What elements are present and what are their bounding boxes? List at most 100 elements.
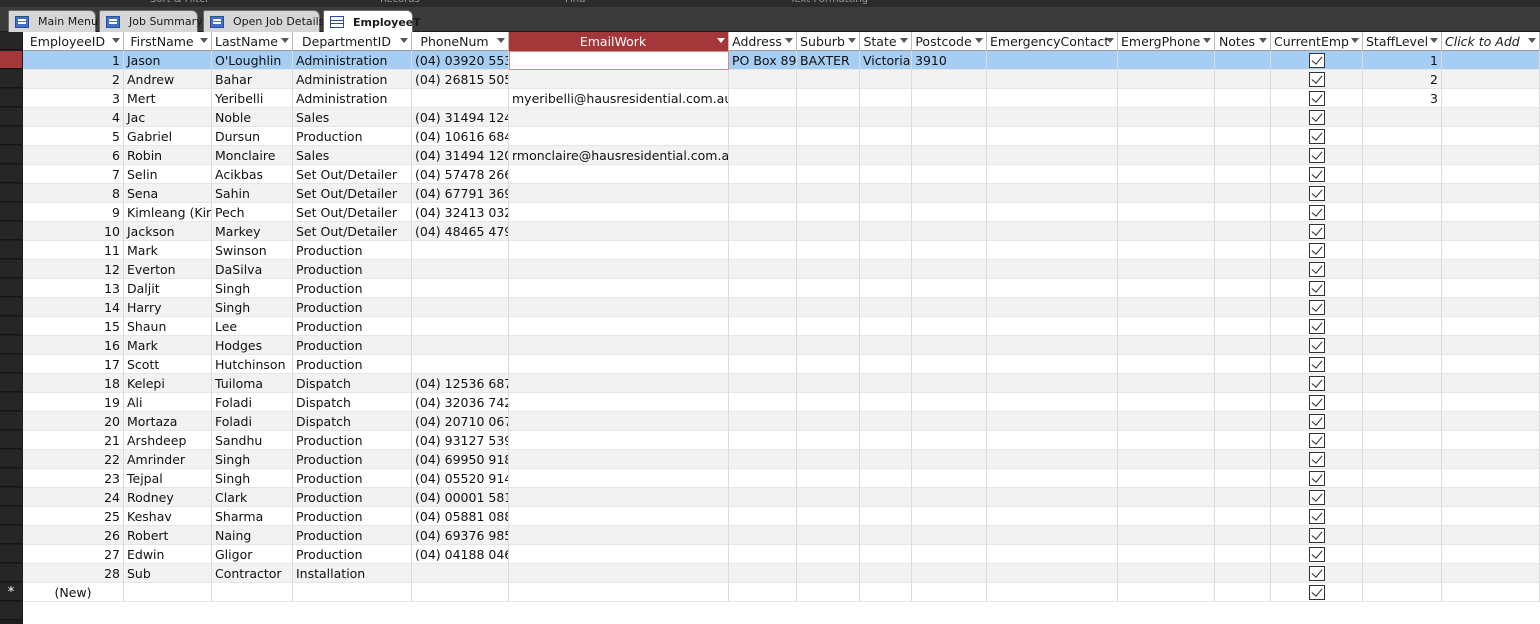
cell-suburb[interactable] — [797, 279, 860, 298]
cell-suburb[interactable] — [797, 488, 860, 507]
cell-state[interactable] — [860, 336, 912, 355]
cell-first[interactable]: Daljit — [124, 279, 212, 298]
new-record-selector[interactable]: * — [0, 583, 22, 601]
record-selector[interactable] — [0, 127, 22, 145]
record-selector[interactable] — [0, 298, 22, 316]
cell-email[interactable] — [509, 108, 729, 127]
cell-current[interactable] — [1271, 545, 1363, 564]
cell-add[interactable] — [1442, 431, 1540, 450]
record-selector[interactable] — [0, 602, 22, 620]
cell-emergContact[interactable] — [987, 412, 1118, 431]
cell-postcode[interactable] — [912, 545, 987, 564]
cell-suburb[interactable] — [797, 203, 860, 222]
cell-emergPhone[interactable] — [1118, 51, 1215, 70]
cell-last[interactable]: Yeribelli — [212, 89, 293, 108]
cell-emergContact[interactable] — [987, 108, 1118, 127]
cell-add[interactable] — [1442, 146, 1540, 165]
cell-id[interactable]: 12 — [23, 260, 124, 279]
cell-postcode[interactable] — [912, 222, 987, 241]
checked-checkbox-icon[interactable] — [1308, 395, 1325, 410]
tab-open-job-details[interactable]: Open Job Details — [203, 10, 324, 32]
cell-phone[interactable]: (04) 03920 553 — [412, 51, 509, 70]
table-row[interactable]: 16 Mark Hodges Production — [23, 336, 1540, 355]
column-header-notes[interactable]: Notes — [1215, 32, 1271, 51]
column-filter-dropdown-icon[interactable] — [1106, 38, 1114, 43]
cell-phone[interactable]: (04) 05881 088 — [412, 507, 509, 526]
cell-first[interactable] — [124, 583, 212, 602]
cell-current[interactable] — [1271, 89, 1363, 108]
cell-last[interactable]: Singh — [212, 298, 293, 317]
cell-postcode[interactable] — [912, 336, 987, 355]
cell-level[interactable] — [1363, 222, 1442, 241]
cell-suburb[interactable] — [797, 374, 860, 393]
cell-address[interactable] — [729, 412, 797, 431]
cell-emergContact[interactable] — [987, 450, 1118, 469]
cell-first[interactable]: Tejpal — [124, 469, 212, 488]
cell-first[interactable]: Arshdeep — [124, 431, 212, 450]
cell-notes[interactable] — [1215, 545, 1271, 564]
cell-emergContact[interactable] — [987, 317, 1118, 336]
cell-current[interactable] — [1271, 583, 1363, 602]
table-row[interactable]: 20 Mortaza Foladi Dispatch (04) 20710 067 — [23, 412, 1540, 431]
cell-add[interactable] — [1442, 51, 1540, 70]
cell-current[interactable] — [1271, 507, 1363, 526]
cell-emergContact[interactable] — [987, 507, 1118, 526]
cell-emergPhone[interactable] — [1118, 241, 1215, 260]
cell-email[interactable]: rmonclaire@hausresidential.com.au — [509, 146, 729, 165]
cell-dept[interactable]: Administration — [293, 51, 412, 70]
cell-notes[interactable] — [1215, 564, 1271, 583]
table-row[interactable]: 17 Scott Hutchinson Production — [23, 355, 1540, 374]
cell-first[interactable]: Kelepi — [124, 374, 212, 393]
cell-id[interactable]: 25 — [23, 507, 124, 526]
cell-postcode[interactable] — [912, 260, 987, 279]
record-selector[interactable] — [0, 203, 22, 221]
cell-dept[interactable]: Sales — [293, 146, 412, 165]
cell-current[interactable] — [1271, 393, 1363, 412]
cell-email[interactable] — [509, 469, 729, 488]
checked-checkbox-icon[interactable] — [1308, 129, 1325, 144]
cell-add[interactable] — [1442, 203, 1540, 222]
table-row[interactable]: 2 Andrew Bahar Administration (04) 26815 505… — [23, 70, 1540, 89]
cell-first[interactable]: Jac — [124, 108, 212, 127]
cell-address[interactable]: PO Box 89 — [729, 51, 797, 70]
cell-postcode[interactable] — [912, 431, 987, 450]
cell-last[interactable]: Singh — [212, 279, 293, 298]
cell-last[interactable]: Sandhu — [212, 431, 293, 450]
cell-add[interactable] — [1442, 336, 1540, 355]
cell-email[interactable] — [509, 317, 729, 336]
cell-id[interactable]: 21 — [23, 431, 124, 450]
cell-address[interactable] — [729, 469, 797, 488]
cell-suburb[interactable] — [797, 583, 860, 602]
cell-state[interactable] — [860, 89, 912, 108]
cell-email[interactable] — [509, 507, 729, 526]
cell-state[interactable] — [860, 507, 912, 526]
cell-emergPhone[interactable] — [1118, 374, 1215, 393]
cell-level[interactable]: 1 — [1363, 51, 1442, 70]
cell-emergPhone[interactable] — [1118, 431, 1215, 450]
cell-phone[interactable] — [412, 89, 509, 108]
cell-state[interactable] — [860, 564, 912, 583]
cell-last[interactable]: Dursun — [212, 127, 293, 146]
cell-dept[interactable]: Installation — [293, 564, 412, 583]
cell-dept[interactable]: Set Out/Detailer — [293, 203, 412, 222]
cell-email[interactable] — [509, 488, 729, 507]
cell-suburb[interactable] — [797, 241, 860, 260]
cell-email[interactable] — [509, 70, 729, 89]
cell-first[interactable]: Robert — [124, 526, 212, 545]
cell-emergContact[interactable] — [987, 241, 1118, 260]
cell-suburb[interactable] — [797, 355, 860, 374]
cell-emergContact[interactable] — [987, 336, 1118, 355]
cell-postcode[interactable] — [912, 355, 987, 374]
cell-phone[interactable]: (04) 31494 120 — [412, 146, 509, 165]
cell-level[interactable] — [1363, 564, 1442, 583]
cell-phone[interactable]: (04) 26815 505 — [412, 70, 509, 89]
cell-address[interactable] — [729, 355, 797, 374]
cell-postcode[interactable] — [912, 108, 987, 127]
cell-first[interactable]: Ali — [124, 393, 212, 412]
cell-postcode[interactable] — [912, 70, 987, 89]
cell-first[interactable]: Mortaza — [124, 412, 212, 431]
cell-id[interactable]: 3 — [23, 89, 124, 108]
table-row[interactable]: 8 Sena Sahin Set Out/Detailer (04) 67791 369 — [23, 184, 1540, 203]
cell-notes[interactable] — [1215, 393, 1271, 412]
cell-suburb[interactable] — [797, 393, 860, 412]
